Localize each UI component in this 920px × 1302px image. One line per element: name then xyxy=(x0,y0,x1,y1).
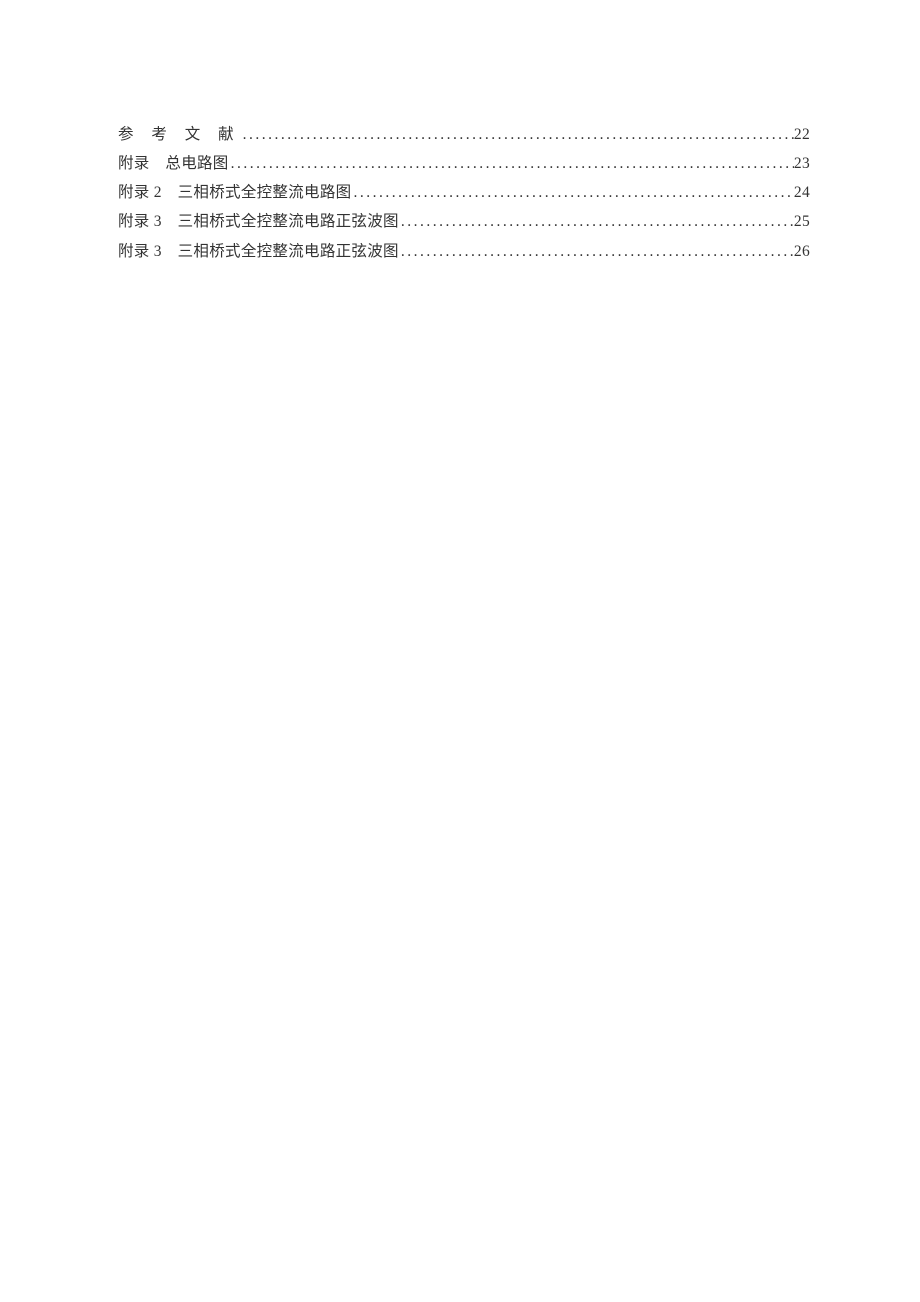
toc-title: 附录 3 三相桥式全控整流电路正弦波图 xyxy=(118,207,399,236)
toc-page-number: 25 xyxy=(794,207,810,236)
toc-entry: 附录 3 三相桥式全控整流电路正弦波图 25 xyxy=(118,207,810,236)
toc-page-number: 22 xyxy=(794,120,810,149)
toc-title: 参 考 文 献 xyxy=(118,120,241,149)
toc-leader-dots xyxy=(229,149,794,178)
toc-entry: 附录 3 三相桥式全控整流电路正弦波图 26 xyxy=(118,237,810,266)
toc-page-number: 23 xyxy=(794,149,810,178)
toc-leader-dots xyxy=(399,237,794,266)
toc-entry: 附录 2 三相桥式全控整流电路图 24 xyxy=(118,178,810,207)
toc-page-number: 26 xyxy=(794,237,810,266)
toc-leader-dots xyxy=(241,120,794,149)
toc-entry: 参 考 文 献 22 xyxy=(118,120,810,149)
toc-title: 附录 总电路图 xyxy=(118,149,229,178)
toc-page-number: 24 xyxy=(794,178,810,207)
toc-entry: 附录 总电路图 23 xyxy=(118,149,810,178)
toc-title: 附录 2 三相桥式全控整流电路图 xyxy=(118,178,351,207)
toc-leader-dots xyxy=(351,178,793,207)
toc-leader-dots xyxy=(399,207,794,236)
toc-title: 附录 3 三相桥式全控整流电路正弦波图 xyxy=(118,237,399,266)
table-of-contents: 参 考 文 献 22 附录 总电路图 23 附录 2 三相桥式全控整流电路图 2… xyxy=(118,120,810,266)
